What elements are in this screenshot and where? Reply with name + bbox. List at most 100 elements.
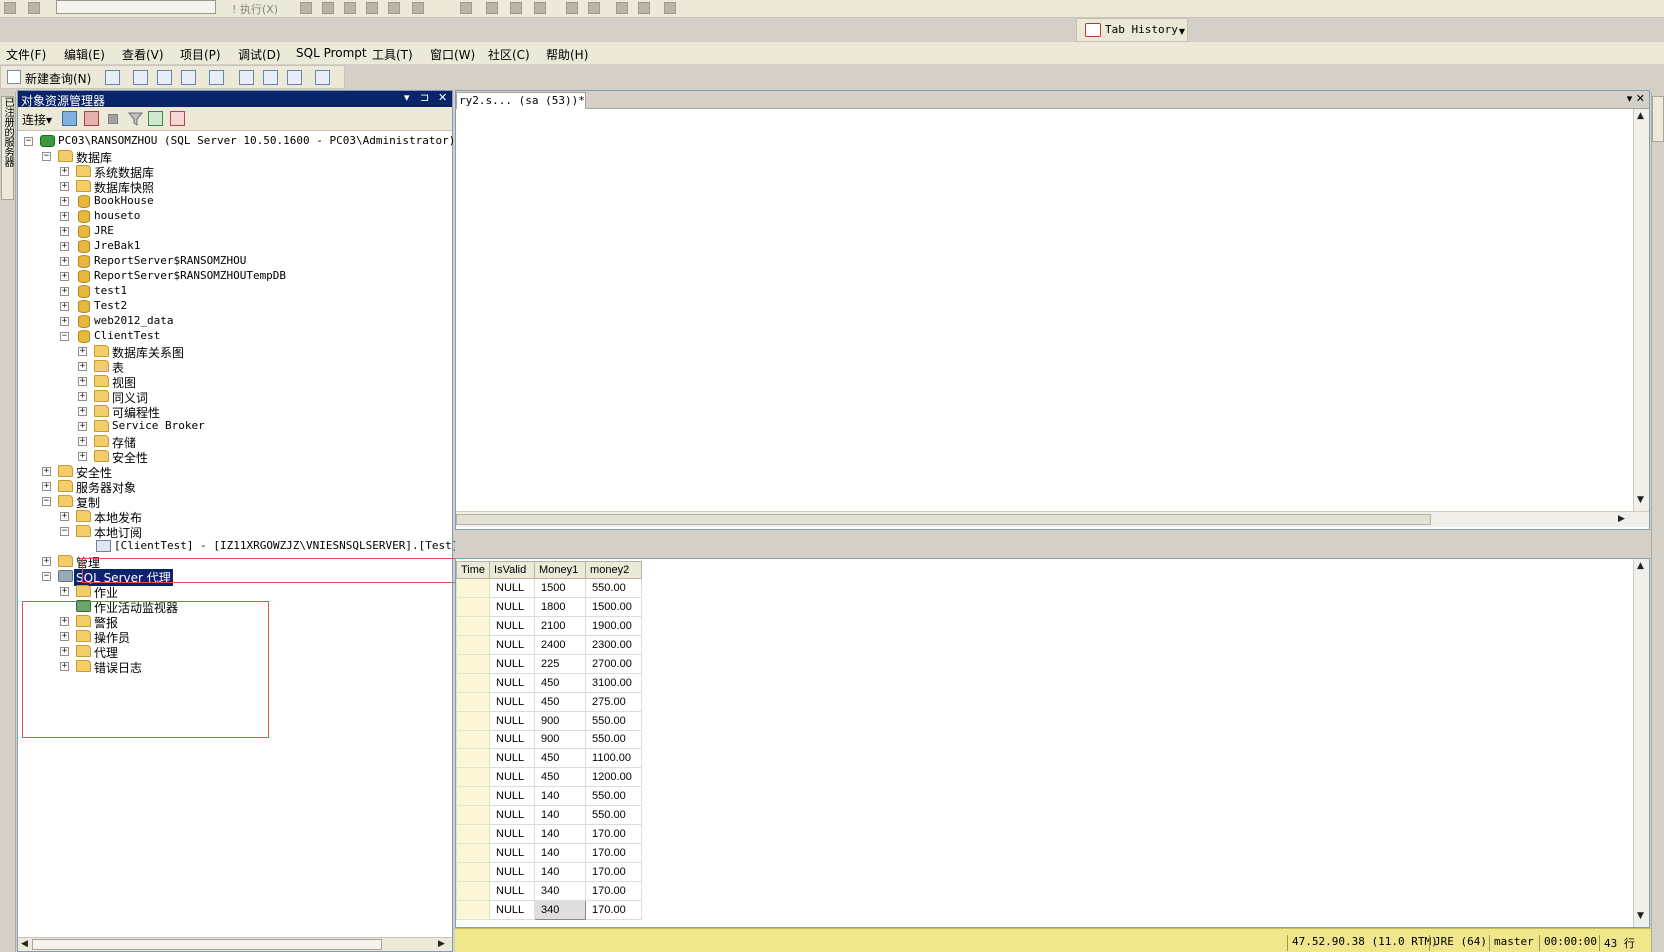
table-row[interactable]: NULL 450 1200.00 bbox=[455, 767, 643, 788]
expand-icon[interactable]: + bbox=[78, 377, 87, 386]
table-cell[interactable]: 140 bbox=[534, 862, 587, 882]
splitter[interactable] bbox=[455, 530, 1650, 558]
open-file-icon[interactable] bbox=[239, 70, 254, 85]
table-cell[interactable]: NULL bbox=[489, 748, 536, 769]
collapse-icon[interactable]: − bbox=[60, 332, 69, 341]
table-cell[interactable]: 170.00 bbox=[585, 899, 643, 920]
toolbar-icon[interactable] bbox=[460, 2, 472, 14]
table-cell[interactable]: 225 bbox=[534, 653, 587, 674]
collapse-icon[interactable]: − bbox=[42, 572, 51, 581]
table-row[interactable]: NULL 140 170.00 bbox=[455, 862, 643, 882]
table-cell[interactable]: 550.00 bbox=[585, 786, 643, 807]
scroll-up-icon[interactable]: ▲ bbox=[1637, 561, 1644, 571]
activity-monitor-icon[interactable] bbox=[315, 70, 330, 85]
table-cell[interactable]: 550.00 bbox=[585, 729, 643, 750]
scroll-thumb[interactable] bbox=[32, 939, 382, 950]
menu-tools[interactable]: 工具(T) bbox=[372, 46, 413, 63]
table-cell[interactable]: 140 bbox=[534, 805, 587, 826]
refresh-icon[interactable] bbox=[148, 111, 163, 126]
table-cell[interactable] bbox=[455, 899, 491, 920]
table-cell[interactable]: 2400 bbox=[534, 634, 587, 655]
table-cell[interactable]: 1900.00 bbox=[585, 615, 643, 636]
expand-icon[interactable]: + bbox=[60, 302, 69, 311]
table-cell[interactable] bbox=[455, 748, 491, 769]
table-cell[interactable] bbox=[455, 824, 491, 845]
table-row[interactable]: NULL 900 550.00 bbox=[455, 729, 643, 750]
close-icon[interactable]: ✕ bbox=[438, 91, 447, 104]
expand-icon[interactable]: + bbox=[60, 257, 69, 266]
table-row[interactable]: NULL 900 550.00 bbox=[455, 710, 643, 731]
stop-icon[interactable] bbox=[322, 2, 334, 14]
expand-icon[interactable]: + bbox=[60, 197, 69, 206]
toolbar-icon[interactable] bbox=[4, 2, 16, 14]
menu-help[interactable]: 帮助(H) bbox=[546, 46, 588, 63]
table-cell[interactable]: NULL bbox=[489, 805, 536, 826]
toolbar-icon[interactable] bbox=[28, 2, 40, 14]
expand-icon[interactable]: + bbox=[78, 452, 87, 461]
table-cell[interactable] bbox=[455, 653, 491, 674]
table-cell[interactable]: 450 bbox=[534, 767, 587, 788]
table-cell[interactable]: 1800 bbox=[534, 596, 587, 617]
table-cell[interactable]: NULL bbox=[489, 843, 536, 864]
properties-tab[interactable] bbox=[1652, 96, 1664, 142]
expand-icon[interactable]: + bbox=[42, 557, 51, 566]
table-cell[interactable]: NULL bbox=[489, 578, 536, 598]
expand-icon[interactable]: + bbox=[42, 482, 51, 491]
table-row[interactable]: NULL 225 2700.00 bbox=[455, 653, 643, 674]
table-cell[interactable]: 1200.00 bbox=[585, 767, 643, 788]
table-row[interactable]: NULL 450 3100.00 bbox=[455, 672, 643, 693]
table-cell[interactable]: 1500.00 bbox=[585, 596, 643, 617]
table-cell[interactable] bbox=[455, 578, 491, 598]
expand-icon[interactable]: + bbox=[60, 317, 69, 326]
table-cell[interactable]: 340 bbox=[534, 881, 587, 901]
toolbar-icon[interactable] bbox=[534, 2, 546, 14]
pin-icon[interactable]: ⊐ bbox=[420, 91, 429, 104]
query-tab[interactable]: ry2.s... (sa (53))* bbox=[456, 92, 586, 109]
table-cell[interactable] bbox=[455, 596, 491, 617]
menu-file[interactable]: 文件(F) bbox=[6, 46, 46, 63]
toolbar-icon[interactable] bbox=[486, 2, 498, 14]
table-cell[interactable]: NULL bbox=[489, 767, 536, 788]
table-cell[interactable] bbox=[455, 634, 491, 655]
table-cell[interactable]: 340 bbox=[534, 899, 587, 920]
column-header-money1[interactable]: Money1 bbox=[534, 561, 587, 579]
scroll-right-icon[interactable]: ▶ bbox=[1618, 514, 1625, 524]
connect-icon[interactable] bbox=[62, 111, 77, 126]
table-cell[interactable]: NULL bbox=[489, 691, 536, 712]
table-cell[interactable]: NULL bbox=[489, 862, 536, 882]
table-cell[interactable]: NULL bbox=[489, 824, 536, 845]
stop-icon[interactable] bbox=[108, 114, 118, 124]
registered-servers-tab[interactable]: 已注册的服务器 bbox=[1, 96, 14, 200]
table-cell[interactable]: NULL bbox=[489, 710, 536, 731]
toolbar-icon[interactable] bbox=[664, 2, 676, 14]
table-cell[interactable]: NULL bbox=[489, 634, 536, 655]
table-cell[interactable]: 140 bbox=[534, 843, 587, 864]
expand-icon[interactable]: + bbox=[78, 437, 87, 446]
column-header-isvalid[interactable]: IsValid bbox=[489, 561, 536, 579]
save-icon[interactable] bbox=[263, 70, 278, 85]
table-cell[interactable] bbox=[455, 862, 491, 882]
table-row[interactable]: NULL 1800 1500.00 bbox=[455, 596, 643, 617]
expand-icon[interactable]: + bbox=[60, 512, 69, 521]
expand-icon[interactable]: + bbox=[42, 467, 51, 476]
expand-icon[interactable]: + bbox=[60, 182, 69, 191]
db-engine-query-icon[interactable] bbox=[133, 70, 148, 85]
new-file-icon[interactable] bbox=[105, 70, 120, 85]
tab-controls[interactable]: ▾ ✕ bbox=[1627, 92, 1645, 105]
table-cell[interactable]: 900 bbox=[534, 729, 587, 750]
expand-icon[interactable]: + bbox=[60, 242, 69, 251]
table-cell[interactable]: 3100.00 bbox=[585, 672, 643, 693]
table-cell[interactable]: 450 bbox=[534, 691, 587, 712]
table-row[interactable]: NULL 140 550.00 bbox=[455, 786, 643, 807]
table-cell[interactable]: NULL bbox=[489, 653, 536, 674]
summary-icon[interactable] bbox=[170, 111, 185, 126]
menu-debug[interactable]: 调试(D) bbox=[238, 46, 281, 63]
table-row[interactable]: NULL 450 1100.00 bbox=[455, 748, 643, 769]
collapse-icon[interactable]: − bbox=[60, 527, 69, 536]
expand-icon[interactable]: + bbox=[78, 347, 87, 356]
column-header-time[interactable]: Time bbox=[455, 561, 491, 579]
scroll-down-icon[interactable]: ▼ bbox=[1637, 495, 1644, 505]
menu-sql-prompt[interactable]: SQL Prompt bbox=[296, 46, 367, 60]
menu-view[interactable]: 查看(V) bbox=[122, 46, 164, 63]
expand-icon[interactable]: + bbox=[60, 212, 69, 221]
